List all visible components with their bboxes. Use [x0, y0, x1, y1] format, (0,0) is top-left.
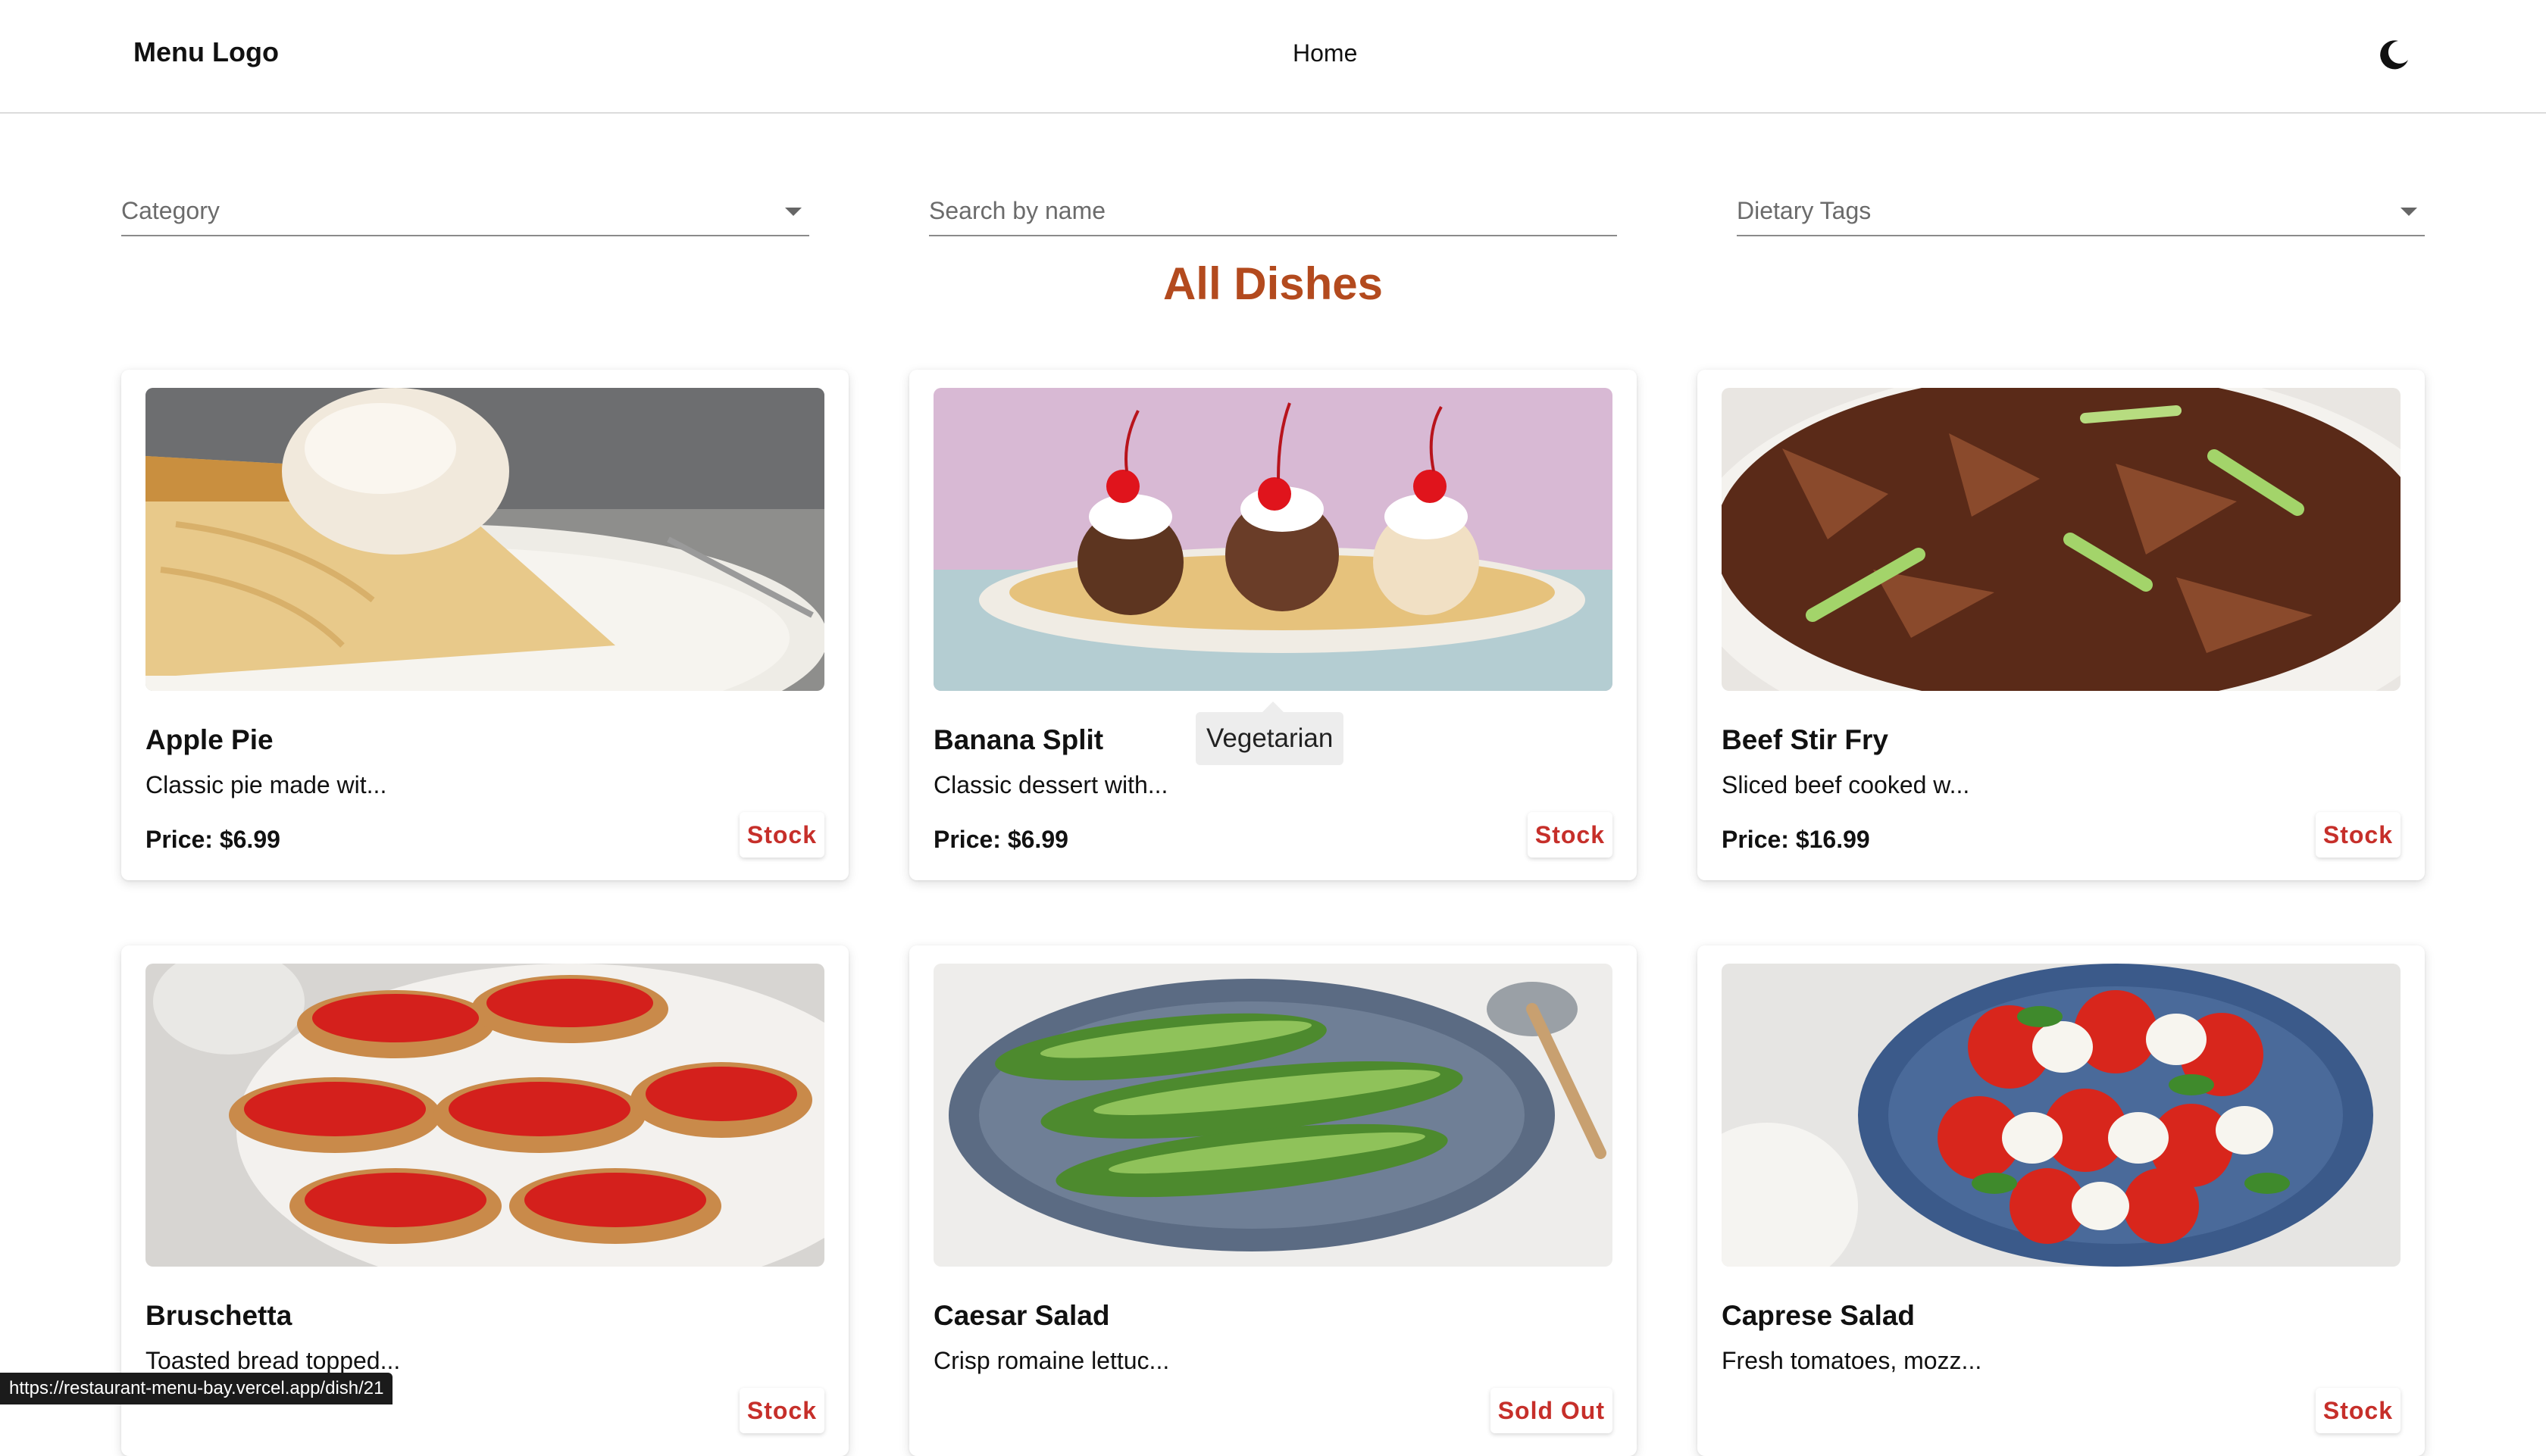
- dish-description: Fresh tomatoes, mozz...: [1722, 1347, 1982, 1374]
- stock-button[interactable]: Stock: [2315, 1388, 2401, 1433]
- dish-card-banana-split[interactable]: Banana Split Classic dessert with... Pri…: [909, 370, 1637, 880]
- dish-description: Classic pie made wit...: [145, 771, 387, 798]
- chevron-down-icon: [785, 208, 802, 216]
- category-select[interactable]: Category: [121, 182, 809, 236]
- dish-price: Price: $6.99: [145, 826, 280, 853]
- dish-description: Classic dessert with...: [934, 771, 1168, 798]
- stock-button[interactable]: Stock: [739, 812, 824, 858]
- app-header: Menu Logo Home: [0, 0, 2546, 114]
- status-bar-url: https://restaurant-menu-bay.vercel.app/d…: [0, 1373, 393, 1404]
- dish-image-caesar-salad: [934, 964, 1612, 1267]
- nav-home-link[interactable]: Home: [1293, 39, 1357, 67]
- dish-price: Price: $16.99: [1722, 826, 1870, 853]
- dish-image-banana-split: [934, 388, 1612, 691]
- dish-card-caprese-salad[interactable]: Caprese Salad Fresh tomatoes, mozz... St…: [1697, 945, 2425, 1456]
- stock-button[interactable]: Stock: [2315, 812, 2401, 858]
- dietary-tag-tooltip: Vegetarian: [1196, 701, 1344, 765]
- menu-logo[interactable]: Menu Logo: [133, 36, 279, 68]
- dish-name: Banana Split: [934, 724, 1104, 755]
- stock-button[interactable]: Stock: [1527, 812, 1612, 858]
- search-input[interactable]: [929, 192, 1617, 229]
- dish-price: Price: $6.99: [934, 826, 1068, 853]
- dish-card-caesar-salad[interactable]: Caesar Salad Crisp romaine lettuc... Sol…: [909, 945, 1637, 1456]
- dish-name: Beef Stir Fry: [1722, 724, 1889, 755]
- page-title: All Dishes: [1162, 258, 1384, 309]
- dish-image-bruschetta: [145, 964, 824, 1267]
- dish-name: Caprese Salad: [1722, 1300, 1916, 1331]
- stock-button[interactable]: Stock: [739, 1388, 824, 1433]
- tooltip-arrow: [1262, 701, 1284, 712]
- dish-description: Sliced beef cooked w...: [1722, 771, 1970, 798]
- dish-name: Apple Pie: [145, 724, 274, 755]
- dietary-tags-select-label: Dietary Tags: [1737, 197, 1872, 224]
- category-select-label: Category: [121, 197, 220, 224]
- dish-image-caprese-salad: [1722, 964, 2401, 1267]
- dish-name: Bruschetta: [145, 1300, 292, 1331]
- chevron-down-icon: [2401, 208, 2417, 216]
- dish-description: Toasted bread topped...: [145, 1347, 401, 1374]
- dish-description: Crisp romaine lettuc...: [934, 1347, 1170, 1374]
- dietary-tags-select[interactable]: Dietary Tags: [1737, 182, 2425, 236]
- sold-out-button[interactable]: Sold Out: [1490, 1388, 1612, 1433]
- moon-icon[interactable]: [2378, 38, 2411, 71]
- dish-card-apple-pie[interactable]: Apple Pie Classic pie made wit... Price:…: [121, 370, 849, 880]
- dish-card-beef-stir-fry[interactable]: Beef Stir Fry Sliced beef cooked w... Pr…: [1697, 370, 2425, 880]
- dish-name: Caesar Salad: [934, 1300, 1110, 1331]
- search-field: [929, 182, 1617, 236]
- dish-image-beef-stir-fry: [1722, 388, 2401, 691]
- dish-image-apple-pie: [145, 388, 824, 691]
- tooltip-text: Vegetarian: [1206, 723, 1334, 753]
